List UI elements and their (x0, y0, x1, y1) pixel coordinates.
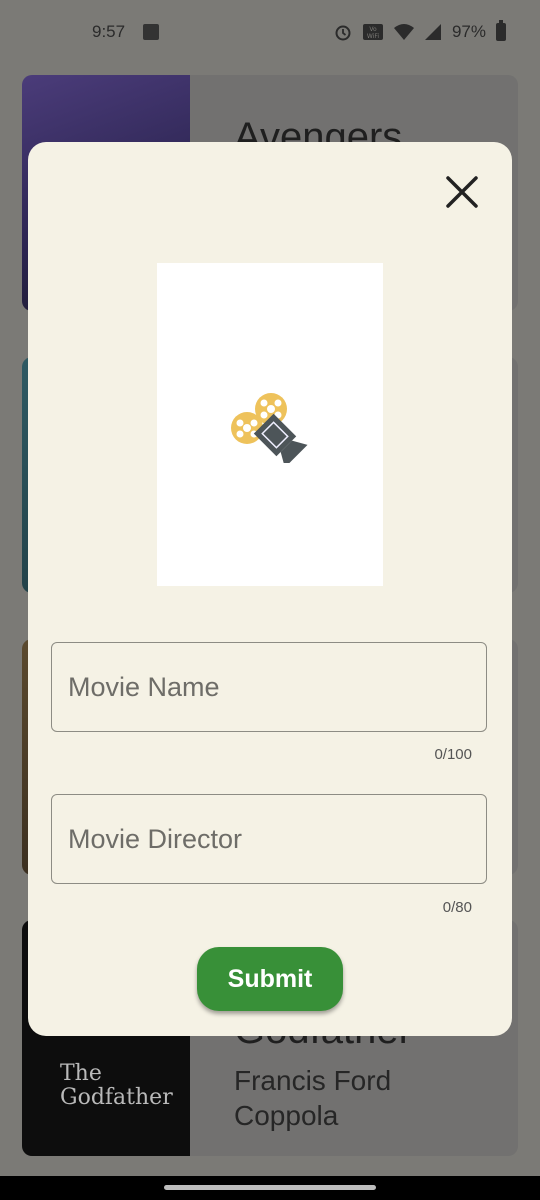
movie-director-counter: 0/80 (442, 899, 472, 916)
movie-camera-icon (231, 393, 308, 463)
home-handle[interactable] (164, 1185, 376, 1190)
movie-name-counter: 0/100 (434, 746, 472, 763)
wifi-icon (393, 24, 414, 40)
movie-image-picker[interactable] (157, 263, 383, 586)
gallery-icon (143, 24, 159, 40)
vowifi-icon: VoWiFi (362, 24, 383, 40)
movie-director-input[interactable] (52, 795, 486, 883)
movie-name-input[interactable] (52, 643, 486, 731)
status-icons: Vo WiFi 97% (334, 20, 506, 42)
movie-director-line2: Coppola (234, 1100, 339, 1131)
submit-button[interactable]: Submit (197, 947, 343, 1011)
add-movie-dialog: 0/100 0/80 Submit (28, 142, 512, 1036)
battery-percent: 97% (451, 22, 486, 41)
navigation-bar (0, 1176, 540, 1200)
close-icon[interactable] (442, 172, 482, 212)
godfather-logo: The Godfather (60, 1061, 173, 1110)
movie-director-line1: Francis Ford (234, 1065, 392, 1096)
signal-icon (424, 24, 441, 40)
svg-text:Vo: Vo (369, 26, 377, 33)
battery-icon (496, 20, 506, 41)
status-time: 9:57 (92, 22, 126, 41)
movie-director-field[interactable] (51, 794, 487, 884)
alarm-icon (335, 25, 351, 41)
svg-text:WiFi: WiFi (367, 33, 379, 40)
movie-name-field[interactable] (51, 642, 487, 732)
status-bar: 9:57 Vo WiFi 97% (0, 0, 540, 64)
